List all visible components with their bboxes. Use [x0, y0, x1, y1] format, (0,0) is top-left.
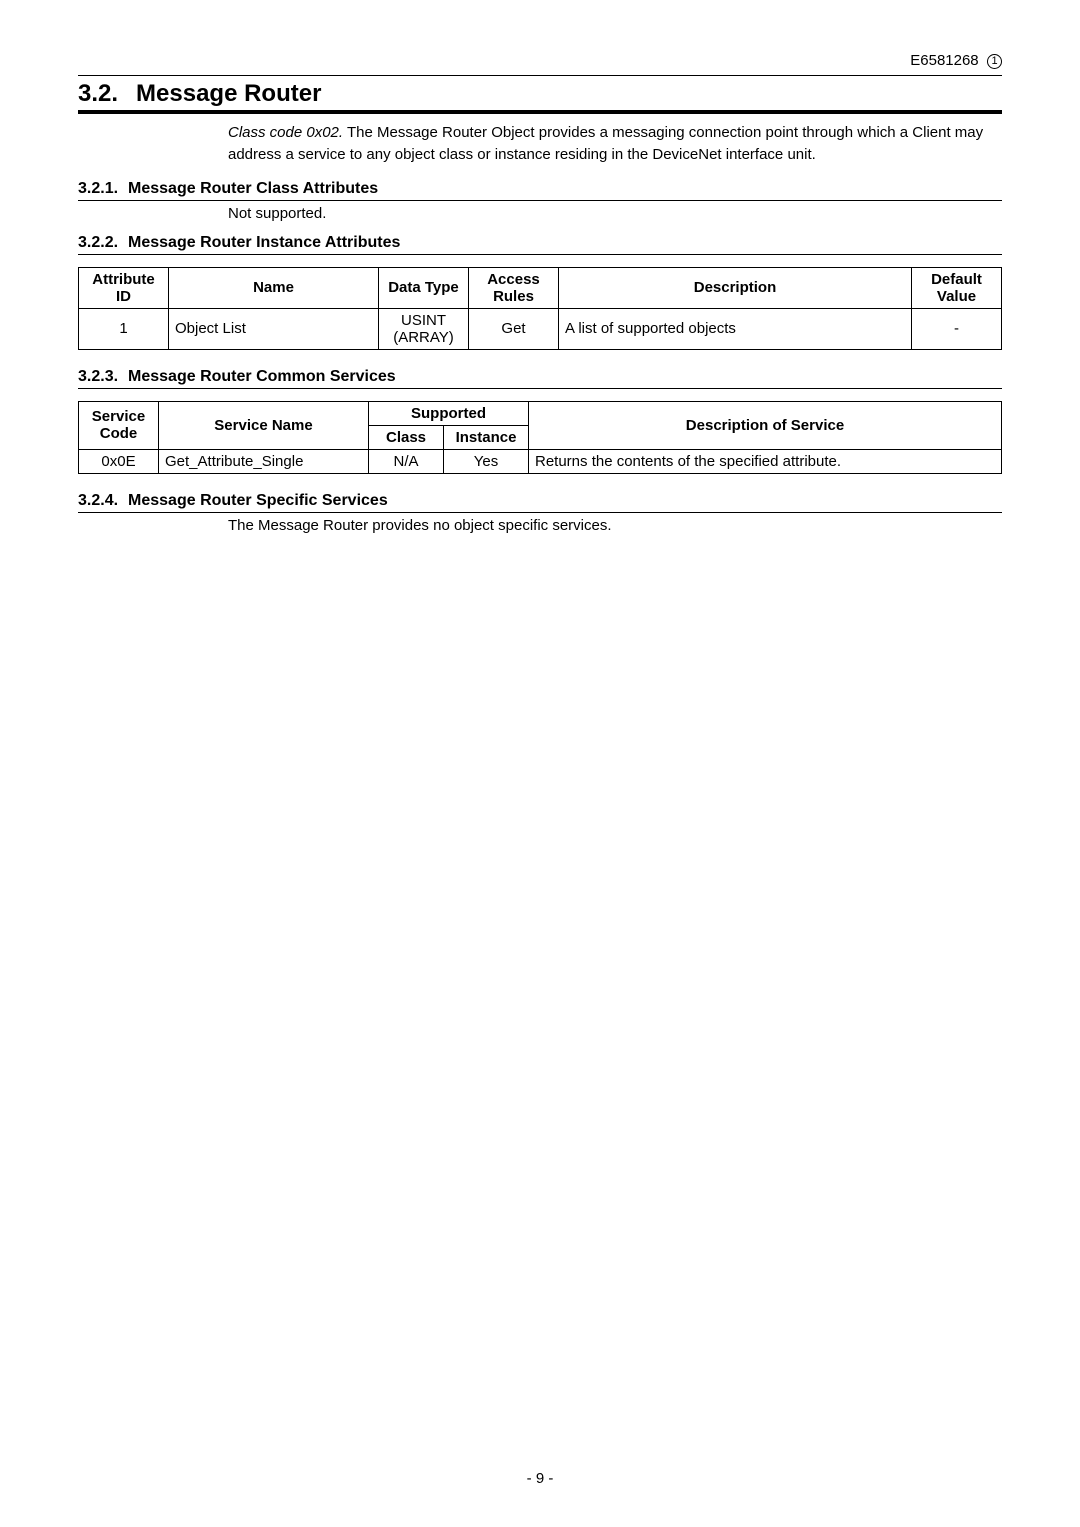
sub2-rule: [78, 254, 1002, 255]
top-rule-thick: [78, 110, 1002, 114]
doc-id: E6581268: [910, 52, 978, 69]
sub4-body: The Message Router provides no object sp…: [228, 517, 1002, 534]
common-services-table: Service Code Service Name Supported Desc…: [78, 401, 1002, 474]
cell-access: Get: [469, 308, 559, 349]
sub3-num: 3.2.3.: [78, 368, 118, 385]
cell-class: N/A: [369, 449, 444, 473]
sub1-title: Message Router Class Attributes: [128, 180, 378, 197]
cell-sdesc: Returns the contents of the specified at…: [529, 449, 1002, 473]
section-number: 3.2.: [78, 80, 118, 108]
sub1-heading: 3.2.1. Message Router Class Attributes: [78, 180, 1002, 198]
sub4-title: Message Router Specific Services: [128, 492, 388, 509]
sub4-heading: 3.2.4. Message Router Specific Services: [78, 492, 1002, 510]
th-sdesc: Description of Service: [529, 401, 1002, 449]
instance-attr-table: Attribute ID Name Data Type Access Rules…: [78, 267, 1002, 350]
cell-default: -: [912, 308, 1002, 349]
section-intro: Class code 0x02. The Message Router Obje…: [228, 122, 1002, 166]
th-attr: Attribute ID: [79, 267, 169, 308]
cell-dtype: USINT (ARRAY): [379, 308, 469, 349]
table-row: Service Code Service Name Supported Desc…: [79, 401, 1002, 425]
table-row: 0x0E Get_Attribute_Single N/A Yes Return…: [79, 449, 1002, 473]
doc-rev: 1: [987, 54, 1002, 69]
sub2-heading: 3.2.2. Message Router Instance Attributes: [78, 234, 1002, 252]
cell-desc: A list of supported objects: [559, 308, 912, 349]
th-supported: Supported: [369, 401, 529, 425]
sub1-body: Not supported.: [228, 205, 1002, 222]
th-dtype: Data Type: [379, 267, 469, 308]
th-access: Access Rules: [469, 267, 559, 308]
th-sname: Service Name: [159, 401, 369, 449]
doc-header: E6581268 1: [78, 52, 1002, 69]
cell-attr: 1: [79, 308, 169, 349]
page-footer: - 9 -: [0, 1470, 1080, 1487]
cell-sname: Get_Attribute_Single: [159, 449, 369, 473]
th-name: Name: [169, 267, 379, 308]
sub1-rule: [78, 200, 1002, 201]
sub3-rule: [78, 388, 1002, 389]
th-default: Default Value: [912, 267, 1002, 308]
class-code: Class code 0x02.: [228, 124, 343, 141]
th-desc: Description: [559, 267, 912, 308]
table-row: Attribute ID Name Data Type Access Rules…: [79, 267, 1002, 308]
section-heading: 3.2. Message Router: [78, 76, 1002, 110]
section-title: Message Router: [136, 80, 321, 108]
th-class: Class: [369, 425, 444, 449]
cell-code: 0x0E: [79, 449, 159, 473]
sub3-title: Message Router Common Services: [128, 368, 396, 385]
th-instance: Instance: [444, 425, 529, 449]
page-number: - 9 -: [527, 1470, 554, 1487]
cell-instance: Yes: [444, 449, 529, 473]
sub1-num: 3.2.1.: [78, 180, 118, 197]
sub3-heading: 3.2.3. Message Router Common Services: [78, 368, 1002, 386]
sub2-num: 3.2.2.: [78, 234, 118, 251]
sub4-num: 3.2.4.: [78, 492, 118, 509]
cell-name: Object List: [169, 308, 379, 349]
th-code: Service Code: [79, 401, 159, 449]
sub2-title: Message Router Instance Attributes: [128, 234, 400, 251]
table-row: 1 Object List USINT (ARRAY) Get A list o…: [79, 308, 1002, 349]
sub4-rule: [78, 512, 1002, 513]
